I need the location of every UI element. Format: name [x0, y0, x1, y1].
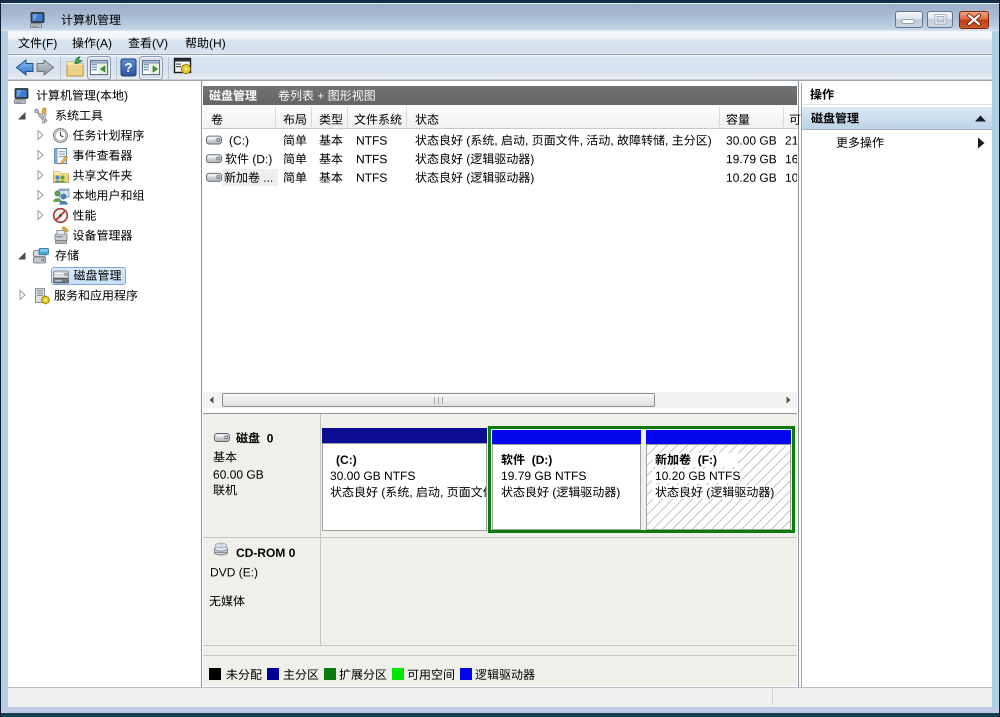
- svg-text:?: ?: [125, 60, 133, 75]
